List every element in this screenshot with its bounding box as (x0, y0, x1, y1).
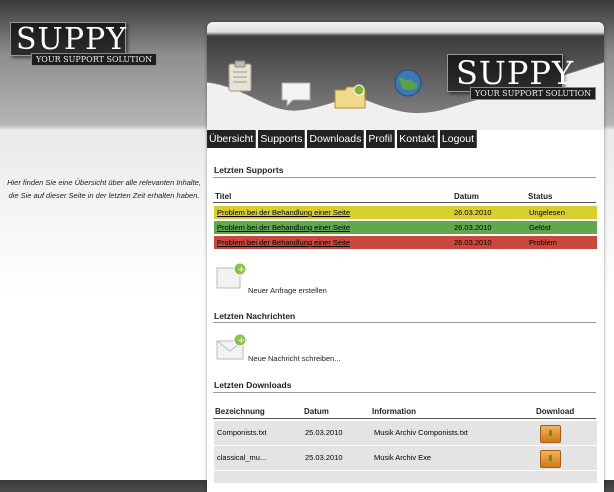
messages-section-title: Letzten Nachrichten (214, 311, 296, 321)
divider (213, 392, 596, 393)
supports-header-status: Status (528, 192, 553, 201)
supports-header-title: Titel (215, 192, 232, 201)
download-icon[interactable] (540, 425, 561, 443)
svg-text:+: + (238, 336, 246, 346)
divider (213, 418, 596, 419)
divider (213, 202, 596, 203)
main-nav: Übersicht Supports Downloads Profil Kont… (207, 130, 478, 148)
support-title-link[interactable]: Problem bei der Behandlung einer Seite (217, 206, 350, 219)
support-title-link[interactable]: Problem bei der Behandlung einer Seite (217, 236, 350, 249)
download-info: Musik Archiv Componists.txt (374, 428, 468, 437)
new-message-label[interactable]: Neue Nachricht schreiben... (248, 354, 341, 363)
support-date: 26.03.2010 (454, 238, 492, 247)
table-row: Problem bei der Behandlung einer Seite 2… (214, 206, 597, 219)
support-status: Problem (529, 238, 557, 247)
table-row (214, 470, 597, 483)
banner-logo: SUPPY YOUR SUPPORT SOLUTION (447, 54, 597, 100)
downloads-section-title: Letzten Downloads (214, 380, 292, 390)
banner-brand-name: SUPPY (456, 54, 575, 92)
clipboard-icon (228, 60, 252, 92)
globe-icon (394, 69, 422, 97)
add-mail-icon[interactable]: + (214, 332, 248, 362)
downloads-header-info: Information (372, 407, 416, 416)
header-banner: SUPPY YOUR SUPPORT SOLUTION (207, 22, 604, 130)
support-date: 26.03.2010 (454, 208, 492, 217)
download-date: 25.03.2010 (305, 428, 343, 437)
nav-supports[interactable]: Supports (258, 130, 306, 148)
divider (213, 322, 596, 323)
nav-profil[interactable]: Profil (366, 130, 396, 148)
download-date: 25.03.2010 (305, 453, 343, 462)
table-row: classical_mu... 25.03.2010 Musik Archiv … (214, 445, 597, 470)
table-row: Problem bei der Behandlung einer Seite 2… (214, 236, 597, 249)
add-document-icon[interactable]: + (214, 262, 248, 292)
table-row: Problem bei der Behandlung einer Seite 2… (214, 221, 597, 234)
download-name: classical_mu... (217, 453, 267, 462)
brand-tagline: YOUR SUPPORT SOLUTION (31, 53, 158, 66)
download-icon[interactable] (540, 450, 561, 468)
table-row: Componists.txt 25.03.2010 Musik Archiv C… (214, 420, 597, 445)
nav-kontakt[interactable]: Kontakt (397, 130, 438, 148)
downloads-header-name: Bezeichnung (215, 407, 265, 416)
new-message-action[interactable]: + Neue Nachricht schreiben... (214, 332, 341, 368)
new-support-action[interactable]: + Neuer Anfrage erstellen (214, 262, 327, 298)
brand-logo[interactable]: SUPPY YOUR SUPPORT SOLUTION (10, 22, 158, 66)
supports-section-title: Letzten Supports (214, 165, 284, 175)
support-title-link[interactable]: Problem bei der Behandlung einer Seite (217, 221, 350, 234)
speech-bubble-icon (281, 82, 311, 108)
nav-uebersicht[interactable]: Übersicht (207, 130, 257, 148)
downloads-header-download: Download (536, 407, 575, 416)
supports-header-date: Datum (454, 192, 479, 201)
brand-name: SUPPY (16, 22, 128, 57)
folder-icon (334, 84, 366, 109)
nav-downloads[interactable]: Downloads (307, 130, 365, 148)
divider (213, 177, 596, 178)
banner-brand-tagline: YOUR SUPPORT SOLUTION (470, 87, 597, 100)
nav-logout[interactable]: Logout (439, 130, 478, 148)
support-status: Gelöst (529, 223, 551, 232)
downloads-header-date: Datum (304, 407, 329, 416)
support-status: Ungelesen (529, 208, 565, 217)
support-date: 26.03.2010 (454, 223, 492, 232)
new-support-label[interactable]: Neuer Anfrage erstellen (248, 286, 327, 295)
svg-text:+: + (238, 265, 246, 275)
download-name: Componists.txt (217, 428, 267, 437)
intro-text: Hier finden Sie eine Übersicht über alle… (7, 178, 201, 200)
content-panel: SUPPY YOUR SUPPORT SOLUTION Übersicht Su… (207, 22, 604, 492)
download-info: Musik Archiv Exe (374, 453, 432, 462)
